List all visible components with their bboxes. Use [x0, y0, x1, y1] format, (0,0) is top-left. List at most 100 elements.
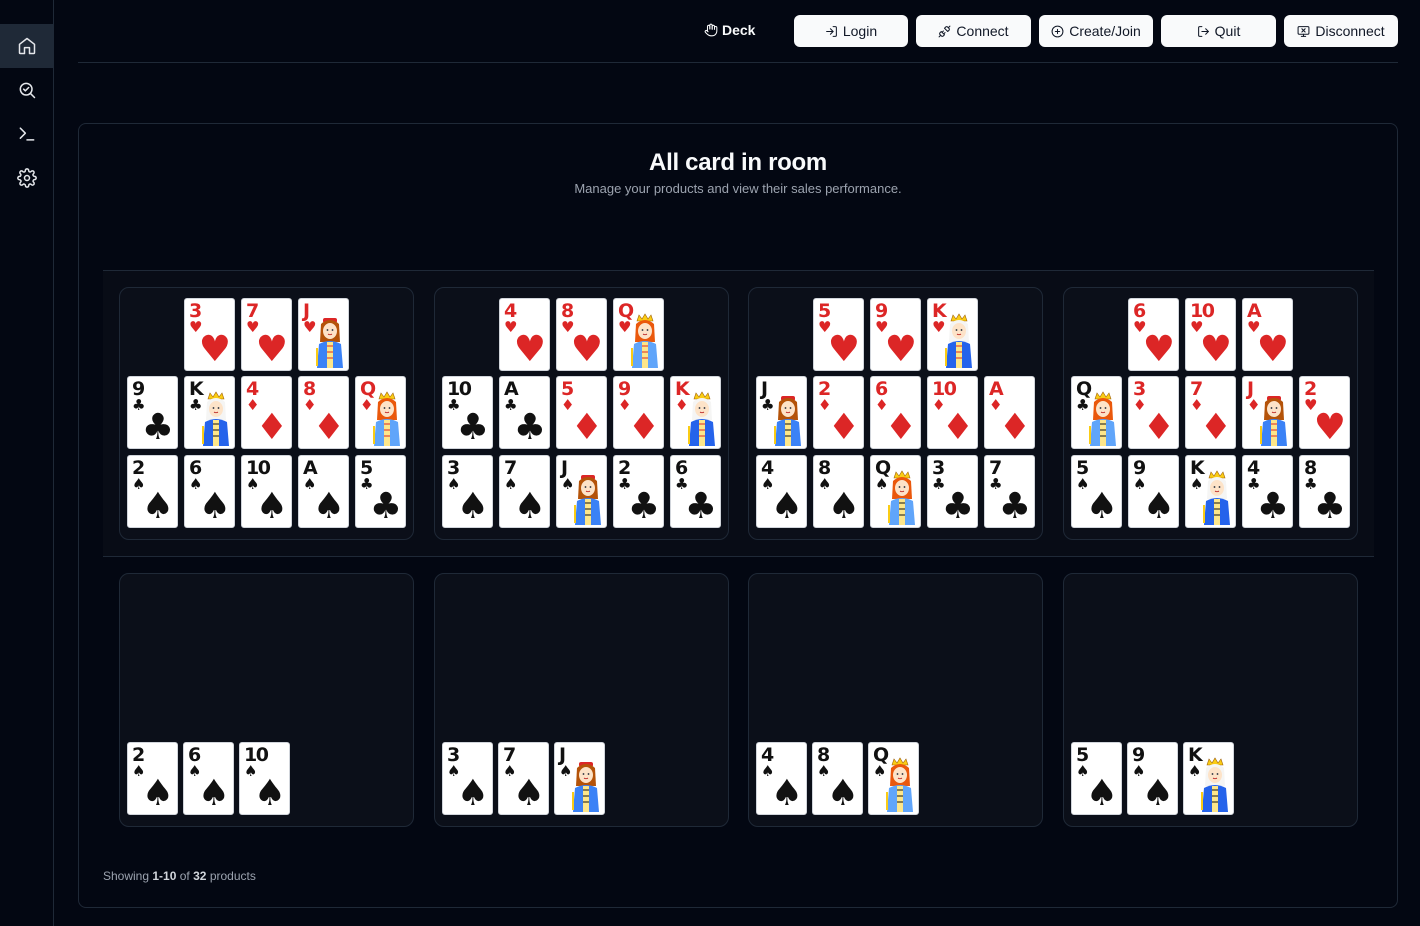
- sidebar-item-terminal[interactable]: [0, 112, 53, 156]
- card-4-of-spades[interactable]: 4 ♠ ♠: [756, 455, 807, 528]
- card-3-of-spades[interactable]: 3 ♠ ♠: [442, 742, 493, 815]
- club-suit-large-icon: ♣: [1313, 486, 1346, 527]
- top-bar: Deck Login Connect Create/Join Quit Disc…: [78, 0, 1398, 63]
- deck-label: Deck: [704, 22, 755, 38]
- card-ace-of-clubs[interactable]: A ♣ ♣: [499, 376, 550, 449]
- card-queen-of-hearts[interactable]: Q ♥: [613, 298, 664, 371]
- card-9-of-hearts[interactable]: 9 ♥ ♥: [870, 298, 921, 371]
- card-3-of-spades[interactable]: 3 ♠ ♠: [442, 455, 493, 528]
- card-8-of-clubs[interactable]: 8 ♣ ♣: [1299, 455, 1350, 528]
- card-3-of-diamonds[interactable]: 3 ♦ ♦: [1128, 376, 1179, 449]
- court-figure-icon: [572, 762, 599, 812]
- page-title: All card in room: [649, 149, 827, 176]
- sidebar: [0, 0, 54, 926]
- card-5-of-spades[interactable]: 5 ♠ ♠: [1071, 455, 1122, 528]
- home-icon: [18, 37, 35, 55]
- card-8-of-spades[interactable]: 8 ♠ ♠: [813, 455, 864, 528]
- card-6-of-hearts[interactable]: 6 ♥ ♥: [1128, 298, 1179, 371]
- player-hand-panel: 4 ♥ ♥ 8 ♥ ♥ Q ♥ 10 ♣ ♣ A ♣ ♣ 5 ♦ ♦ 9 ♦ ♦ K ♦ 3 ♠ ♠ 7 ♠ ♠ J ♠ 2 ♣ ♣ 6 ♣ ♣: [434, 287, 729, 540]
- card-ace-of-diamonds[interactable]: A ♦ ♦: [984, 376, 1035, 449]
- card-queen-of-diamonds[interactable]: Q ♦: [355, 376, 406, 449]
- spade-suit-large-icon: ♠: [1085, 486, 1118, 527]
- diamond-suit-large-icon: ♦: [312, 407, 345, 448]
- card-6-of-clubs[interactable]: 6 ♣ ♣: [670, 455, 721, 528]
- card-7-of-spades[interactable]: 7 ♠ ♠: [499, 455, 550, 528]
- card-10-of-spades[interactable]: 10 ♠ ♠: [239, 742, 290, 815]
- card-8-of-hearts[interactable]: 8 ♥ ♥: [556, 298, 607, 371]
- card-6-of-diamonds[interactable]: 6 ♦ ♦: [870, 376, 921, 449]
- card-ace-of-spades[interactable]: A ♠ ♠: [298, 455, 349, 528]
- card-9-of-spades[interactable]: 9 ♠ ♠: [1128, 455, 1179, 528]
- card-5-of-diamonds[interactable]: 5 ♦ ♦: [556, 376, 607, 449]
- card-8-of-spades[interactable]: 8 ♠ ♠: [812, 742, 863, 815]
- card-ace-of-hearts[interactable]: A ♥ ♥: [1242, 298, 1293, 371]
- card-10-of-diamonds[interactable]: 10 ♦ ♦: [927, 376, 978, 449]
- spade-suit-large-icon: ♠: [827, 486, 860, 527]
- court-figure-icon: [945, 313, 972, 368]
- pagination-info: Showing 1-10 of 32 products: [103, 869, 256, 883]
- quit-button[interactable]: Quit: [1161, 15, 1276, 47]
- diamond-suit-large-icon: ♦: [827, 407, 860, 448]
- card-jack-of-clubs[interactable]: J ♣: [756, 376, 807, 449]
- heart-suit-large-icon: ♥: [1142, 329, 1175, 370]
- court-figure-icon: [886, 757, 913, 812]
- sidebar-item-settings[interactable]: [0, 156, 53, 200]
- club-suit-large-icon: ♣: [998, 486, 1031, 527]
- card-4-of-hearts[interactable]: 4 ♥ ♥: [499, 298, 550, 371]
- login-button[interactable]: Login: [794, 15, 908, 47]
- disconnect-button[interactable]: Disconnect: [1284, 15, 1398, 47]
- card-7-of-diamonds[interactable]: 7 ♦ ♦: [1185, 376, 1236, 449]
- card-king-of-spades[interactable]: K ♠: [1183, 742, 1234, 815]
- card-9-of-spades[interactable]: 9 ♠ ♠: [1127, 742, 1178, 815]
- card-4-of-clubs[interactable]: 4 ♣ ♣: [1242, 455, 1293, 528]
- card-2-of-spades[interactable]: 2 ♠ ♠: [127, 742, 178, 815]
- card-7-of-spades[interactable]: 7 ♠ ♠: [498, 742, 549, 815]
- card-2-of-diamonds[interactable]: 2 ♦ ♦: [813, 376, 864, 449]
- card-king-of-diamonds[interactable]: K ♦: [670, 376, 721, 449]
- card-king-of-hearts[interactable]: K ♥: [927, 298, 978, 371]
- heart-suit-large-icon: ♥: [255, 329, 288, 370]
- card-6-of-spades[interactable]: 6 ♠ ♠: [183, 742, 234, 815]
- spade-suit-large-icon: ♠: [826, 773, 859, 814]
- create-join-button[interactable]: Create/Join: [1039, 15, 1153, 47]
- spade-suit-large-icon: ♠: [312, 486, 345, 527]
- card-7-of-hearts[interactable]: 7 ♥ ♥: [241, 298, 292, 371]
- card-10-of-clubs[interactable]: 10 ♣ ♣: [442, 376, 493, 449]
- connect-button[interactable]: Connect: [916, 15, 1031, 47]
- club-suit-large-icon: ♣: [141, 407, 174, 448]
- card-7-of-clubs[interactable]: 7 ♣ ♣: [984, 455, 1035, 528]
- card-jack-of-spades[interactable]: J ♠: [554, 742, 605, 815]
- card-jack-of-spades[interactable]: J ♠: [556, 455, 607, 528]
- card-6-of-spades[interactable]: 6 ♠ ♠: [184, 455, 235, 528]
- court-figure-icon: [1203, 470, 1230, 525]
- card-3-of-clubs[interactable]: 3 ♣ ♣: [927, 455, 978, 528]
- diamond-suit-large-icon: ♦: [998, 407, 1031, 448]
- spade-suit-large-icon: ♠: [1085, 773, 1118, 814]
- card-4-of-spades[interactable]: 4 ♠ ♠: [756, 742, 807, 815]
- card-queen-of-spades[interactable]: Q ♠: [870, 455, 921, 528]
- card-9-of-clubs[interactable]: 9 ♣ ♣: [127, 376, 178, 449]
- card-9-of-diamonds[interactable]: 9 ♦ ♦: [613, 376, 664, 449]
- card-10-of-hearts[interactable]: 10 ♥ ♥: [1185, 298, 1236, 371]
- card-2-of-hearts[interactable]: 2 ♥ ♥: [1299, 376, 1350, 449]
- card-queen-of-spades[interactable]: Q ♠: [868, 742, 919, 815]
- spade-suit-large-icon: ♠: [770, 486, 803, 527]
- card-5-of-spades[interactable]: 5 ♠ ♠: [1071, 742, 1122, 815]
- search-check-icon: [19, 82, 35, 99]
- card-jack-of-diamonds[interactable]: J ♦: [1242, 376, 1293, 449]
- card-jack-of-hearts[interactable]: J ♥: [298, 298, 349, 371]
- card-2-of-clubs[interactable]: 2 ♣ ♣: [613, 455, 664, 528]
- card-2-of-spades[interactable]: 2 ♠ ♠: [127, 455, 178, 528]
- card-queen-of-clubs[interactable]: Q ♣: [1071, 376, 1122, 449]
- card-5-of-hearts[interactable]: 5 ♥ ♥: [813, 298, 864, 371]
- card-4-of-diamonds[interactable]: 4 ♦ ♦: [241, 376, 292, 449]
- card-3-of-hearts[interactable]: 3 ♥ ♥: [184, 298, 235, 371]
- sidebar-item-home[interactable]: [0, 24, 53, 68]
- card-10-of-spades[interactable]: 10 ♠ ♠: [241, 455, 292, 528]
- card-king-of-clubs[interactable]: K ♣: [184, 376, 235, 449]
- sidebar-item-search[interactable]: [0, 68, 53, 112]
- card-5-of-clubs[interactable]: 5 ♣ ♣: [355, 455, 406, 528]
- club-suit-large-icon: ♣: [941, 486, 974, 527]
- card-king-of-spades[interactable]: K ♠: [1185, 455, 1236, 528]
- card-8-of-diamonds[interactable]: 8 ♦ ♦: [298, 376, 349, 449]
